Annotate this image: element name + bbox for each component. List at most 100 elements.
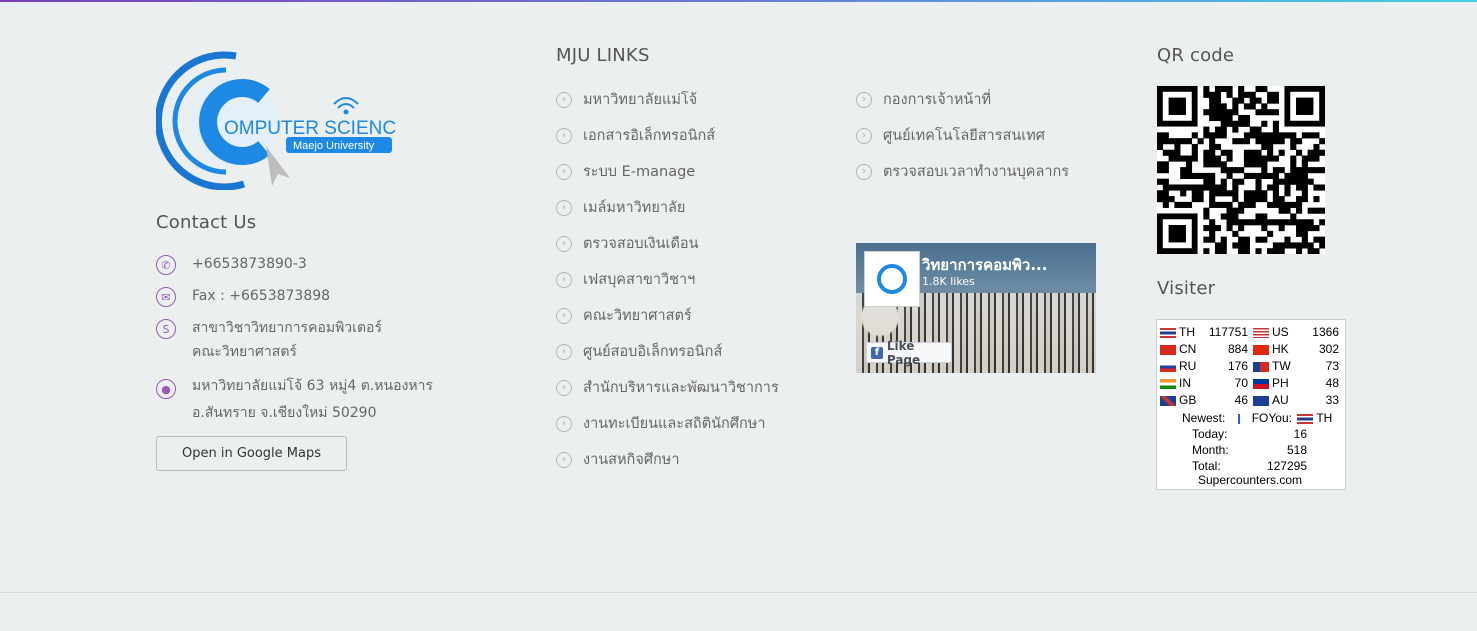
newest-country: FO (1251, 411, 1269, 425)
mju-links-heading: MJU LINKS (556, 45, 650, 66)
country-visits: 73 (1325, 359, 1339, 373)
address-text: มหาวิทยาลัยแม่โจ้ 63 หมู่4 ต.หนองหาร อ.ส… (192, 373, 433, 427)
you-country: TH (1316, 411, 1333, 425)
mju-link-label[interactable]: เอกสารอิเล็กทรอนิกส์ (583, 124, 715, 147)
total-label: Total: (1192, 459, 1221, 473)
supercounters-link[interactable]: Supercounters.com (1198, 473, 1302, 487)
country-code: IN (1179, 376, 1191, 390)
chevron-right-circle-icon: › (556, 307, 572, 324)
facebook-page-name[interactable]: วิทยาการคอมพิว... (922, 253, 1047, 277)
month-label: Month: (1192, 443, 1229, 457)
page-avatar[interactable] (864, 251, 920, 307)
mju-link-item[interactable]: › งานสหกิจศึกษา (556, 448, 680, 471)
total-value: 127295 (1266, 459, 1307, 473)
country-flag-icon (1253, 395, 1269, 406)
contact-address: ● มหาวิทยาลัยแม่โจ้ 63 หมู่4 ต.หนองหาร อ… (156, 377, 433, 427)
country-stat: TW (1253, 359, 1291, 373)
mju-link-item[interactable]: › ศูนย์เทคโนโลยีสารสนเทศ (856, 124, 1045, 147)
country-flag-icon (1160, 395, 1176, 406)
chevron-right-circle-icon: › (556, 343, 572, 360)
thailand-flag-icon (1297, 413, 1314, 424)
mju-link-item[interactable]: › เฟสบุคสาขาวิชาฯ (556, 268, 695, 291)
mju-link-label[interactable]: ตรวจสอบเวลาทำงานบุคลากร (883, 160, 1069, 183)
mju-link-item[interactable]: › มหาวิทยาลัยแม่โจ้ (556, 88, 697, 111)
country-stat: CN (1160, 342, 1196, 356)
country-flag-icon (1253, 361, 1269, 372)
mju-link-label[interactable]: ศูนย์สอบอิเล็กทรอนิกส์ (583, 340, 722, 363)
facebook-page-widget[interactable]: วิทยาการคอมพิว... 1.8K likes f Like Page (856, 243, 1096, 373)
chevron-right-circle-icon: › (556, 379, 572, 396)
footer-divider (0, 592, 1477, 593)
country-stat: IN (1160, 376, 1191, 390)
mju-link-label[interactable]: งานทะเบียนและสถิตินักศึกษา (583, 412, 766, 435)
mju-link-item[interactable]: › ตรวจสอบเงินเดือน (556, 232, 699, 255)
country-flag-icon (1253, 344, 1269, 355)
address-line-2: อ.สันทราย จ.เชียงใหม่ 50290 (192, 405, 377, 421)
country-stat: PH (1253, 376, 1289, 390)
country-visits: 302 (1318, 342, 1339, 356)
department-line-2: คณะวิทยาศาสตร์ (192, 344, 297, 360)
mju-link-item[interactable]: › ระบบ E-manage (556, 160, 695, 183)
mju-link-item[interactable]: › เมล์มหาวิทยาลัย (556, 196, 685, 219)
chevron-right-circle-icon: › (556, 199, 572, 216)
you-label: You: (1268, 411, 1292, 425)
department-text: สาขาวิชาวิทยาการคอมพิวเตอร์ คณะวิทยาศาสต… (192, 316, 382, 364)
chevron-right-circle-icon: › (556, 127, 572, 144)
today-label: Today: (1192, 427, 1228, 441)
country-stat: RU (1160, 359, 1196, 373)
computer-science-logo[interactable]: OMPUTER SCIENCE Maejo University (154, 48, 409, 191)
contact-department: S สาขาวิชาวิทยาการคอมพิวเตอร์ คณะวิทยาศา… (156, 319, 382, 364)
today-value: 16 (1293, 427, 1307, 441)
chevron-right-circle-icon: › (556, 91, 572, 108)
country-visits: 33 (1325, 393, 1339, 407)
mju-link-label[interactable]: งานสหกิจศึกษา (583, 448, 680, 471)
country-visits: 70 (1234, 376, 1248, 390)
mju-link-item[interactable]: › คณะวิทยาศาสตร์ (556, 304, 692, 327)
open-google-maps-button[interactable]: Open in Google Maps (156, 436, 347, 471)
like-page-button[interactable]: f Like Page (866, 339, 952, 367)
country-flag-icon (1253, 327, 1269, 338)
chevron-right-circle-icon: › (856, 91, 872, 108)
mju-link-item[interactable]: › งานทะเบียนและสถิตินักศึกษา (556, 412, 766, 435)
country-visits: 1366 (1312, 325, 1339, 339)
logo-wordmark: OMPUTER SCIENCE (224, 118, 396, 139)
mju-link-label[interactable]: เฟสบุคสาขาวิชาฯ (583, 268, 695, 291)
chevron-right-circle-icon: › (856, 163, 872, 180)
mju-link-item[interactable]: › สำนักบริหารและพัฒนาวิชาการ (556, 376, 779, 399)
chevron-right-circle-icon: › (556, 271, 572, 288)
fax-text: Fax : +6653873898 (192, 288, 331, 304)
country-stat: US (1253, 325, 1289, 339)
mju-link-label[interactable]: กองการเจ้าหน้าที่ (883, 88, 991, 111)
mju-link-label[interactable]: มหาวิทยาลัยแม่โจ้ (583, 88, 697, 111)
contact-fax: ✉ Fax : +6653873898 (156, 287, 330, 308)
mju-link-label[interactable]: ระบบ E-manage (583, 160, 695, 183)
mju-link-label[interactable]: ศูนย์เทคโนโลยีสารสนเทศ (883, 124, 1045, 147)
mju-link-label[interactable]: ตรวจสอบเงินเดือน (583, 232, 699, 255)
country-visits: 46 (1234, 393, 1248, 407)
mju-link-item[interactable]: › กองการเจ้าหน้าที่ (856, 88, 991, 111)
chevron-right-circle-icon: › (856, 127, 872, 144)
country-code: TH (1179, 325, 1195, 339)
visitor-counter-widget[interactable]: Newest: FOYou: TH Today: 16 Month: 518 T… (1156, 319, 1346, 490)
country-visits: 176 (1227, 359, 1248, 373)
like-page-label: Like Page (886, 338, 921, 367)
country-code: AU (1272, 393, 1289, 407)
mju-link-label[interactable]: สำนักบริหารและพัฒนาวิชาการ (583, 376, 779, 399)
country-flag-icon (1160, 344, 1176, 355)
top-accent-bar (0, 0, 1477, 2)
department-line-1: สาขาวิชาวิทยาการคอมพิวเตอร์ (192, 320, 382, 336)
country-stat: GB (1160, 393, 1196, 407)
country-code: US (1272, 325, 1289, 339)
chevron-right-circle-icon: › (556, 415, 572, 432)
country-code: PH (1272, 376, 1289, 390)
qr-code-image (1157, 86, 1326, 255)
mju-link-label[interactable]: คณะวิทยาศาสตร์ (583, 304, 692, 327)
contact-us-heading: Contact Us (156, 212, 257, 233)
visitor-heading: Visiter (1157, 278, 1216, 299)
mju-link-label[interactable]: เมล์มหาวิทยาลัย (583, 196, 685, 219)
mju-link-item[interactable]: › ตรวจสอบเวลาทำงานบุคลากร (856, 160, 1069, 183)
month-value: 518 (1286, 443, 1307, 457)
mju-link-item[interactable]: › ศูนย์สอบอิเล็กทรอนิกส์ (556, 340, 722, 363)
country-code: RU (1179, 359, 1197, 373)
mju-link-item[interactable]: › เอกสารอิเล็กทรอนิกส์ (556, 124, 715, 147)
